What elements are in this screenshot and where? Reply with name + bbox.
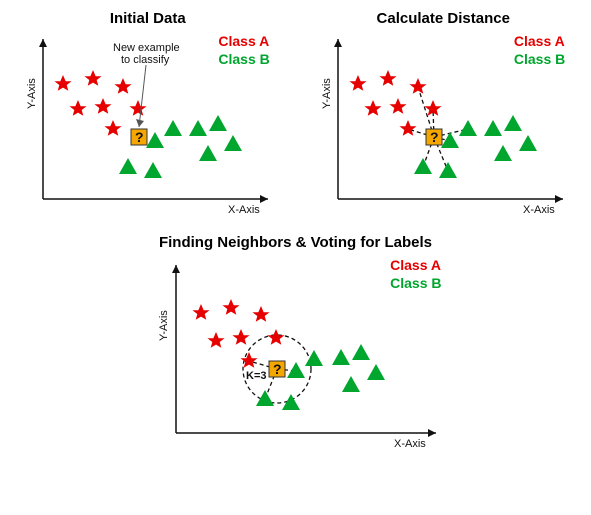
- legend-class-b: Class B: [218, 50, 269, 68]
- triangle-icon: [342, 376, 360, 392]
- star-icon: [129, 100, 146, 116]
- star-icon: [400, 120, 417, 136]
- star-icon: [207, 332, 224, 348]
- star-icon: [192, 304, 209, 320]
- panel1-legend: Class A Class B: [218, 32, 269, 68]
- star-icon: [232, 329, 249, 345]
- triangle-icon: [494, 145, 512, 161]
- triangle-icon: [287, 362, 305, 378]
- star-icon: [84, 70, 101, 86]
- triangle-icon: [367, 364, 385, 380]
- legend-class-a: Class A: [390, 256, 441, 274]
- k-label: K=3: [246, 370, 267, 382]
- star-icon: [410, 78, 427, 94]
- legend-class-a: Class A: [218, 32, 269, 50]
- triangle-icon: [224, 135, 242, 151]
- legend-class-a: Class A: [514, 32, 565, 50]
- triangle-icon: [484, 120, 502, 136]
- callout-text: to classify: [121, 54, 170, 66]
- panel3-title: Finding Neighbors & Voting for Labels: [146, 234, 446, 251]
- star-icon: [94, 98, 111, 114]
- triangle-icon: [332, 349, 350, 365]
- triangle-icon: [519, 135, 537, 151]
- y-axis-label: Y-Axis: [321, 78, 333, 109]
- star-icon: [114, 78, 131, 94]
- triangle-icon: [146, 132, 164, 148]
- star-icon: [267, 329, 284, 345]
- star-icon: [390, 98, 407, 114]
- x-axis-label: X-Axis: [523, 204, 555, 216]
- triangle-icon: [209, 115, 227, 131]
- panel2-title: Calculate Distance: [313, 10, 573, 27]
- star-icon: [69, 100, 86, 116]
- x-axis-label: X-Axis: [394, 438, 426, 450]
- triangle-icon: [439, 162, 457, 178]
- panel3-legend: Class A Class B: [390, 256, 441, 292]
- panel1-title: Initial Data: [18, 10, 278, 27]
- triangle-icon: [352, 344, 370, 360]
- triangle-icon: [504, 115, 522, 131]
- triangle-icon: [459, 120, 477, 136]
- y-axis-label: Y-Axis: [158, 310, 170, 341]
- triangle-icon: [305, 350, 323, 366]
- triangle-icon: [189, 120, 207, 136]
- panel-voting: Finding Neighbors & Voting for Labels Cl…: [146, 234, 446, 458]
- panel2-legend: Class A Class B: [514, 32, 565, 68]
- triangle-icon: [414, 158, 432, 174]
- star-icon: [104, 120, 121, 136]
- triangle-icon: [119, 158, 137, 174]
- triangle-icon: [164, 120, 182, 136]
- question-mark-icon: ?: [135, 129, 144, 145]
- callout-text: New example: [113, 42, 180, 54]
- question-mark-icon: ?: [273, 361, 282, 377]
- legend-class-b: Class B: [390, 274, 441, 292]
- triangle-icon: [199, 145, 217, 161]
- star-icon: [252, 306, 269, 322]
- y-axis-label: Y-Axis: [26, 78, 38, 109]
- legend-class-b: Class B: [514, 50, 565, 68]
- panel-initial-data: Initial Data Class A Class B X-Axis Y-Ax…: [18, 10, 278, 224]
- star-icon: [350, 75, 367, 91]
- triangle-icon: [144, 162, 162, 178]
- star-icon: [240, 352, 257, 368]
- x-axis-label: X-Axis: [228, 204, 260, 216]
- panel-calculate-distance: Calculate Distance Class A Class B X-Axi…: [313, 10, 573, 224]
- question-mark-icon: ?: [430, 129, 439, 145]
- star-icon: [54, 75, 71, 91]
- star-icon: [380, 70, 397, 86]
- star-icon: [365, 100, 382, 116]
- star-icon: [222, 299, 239, 315]
